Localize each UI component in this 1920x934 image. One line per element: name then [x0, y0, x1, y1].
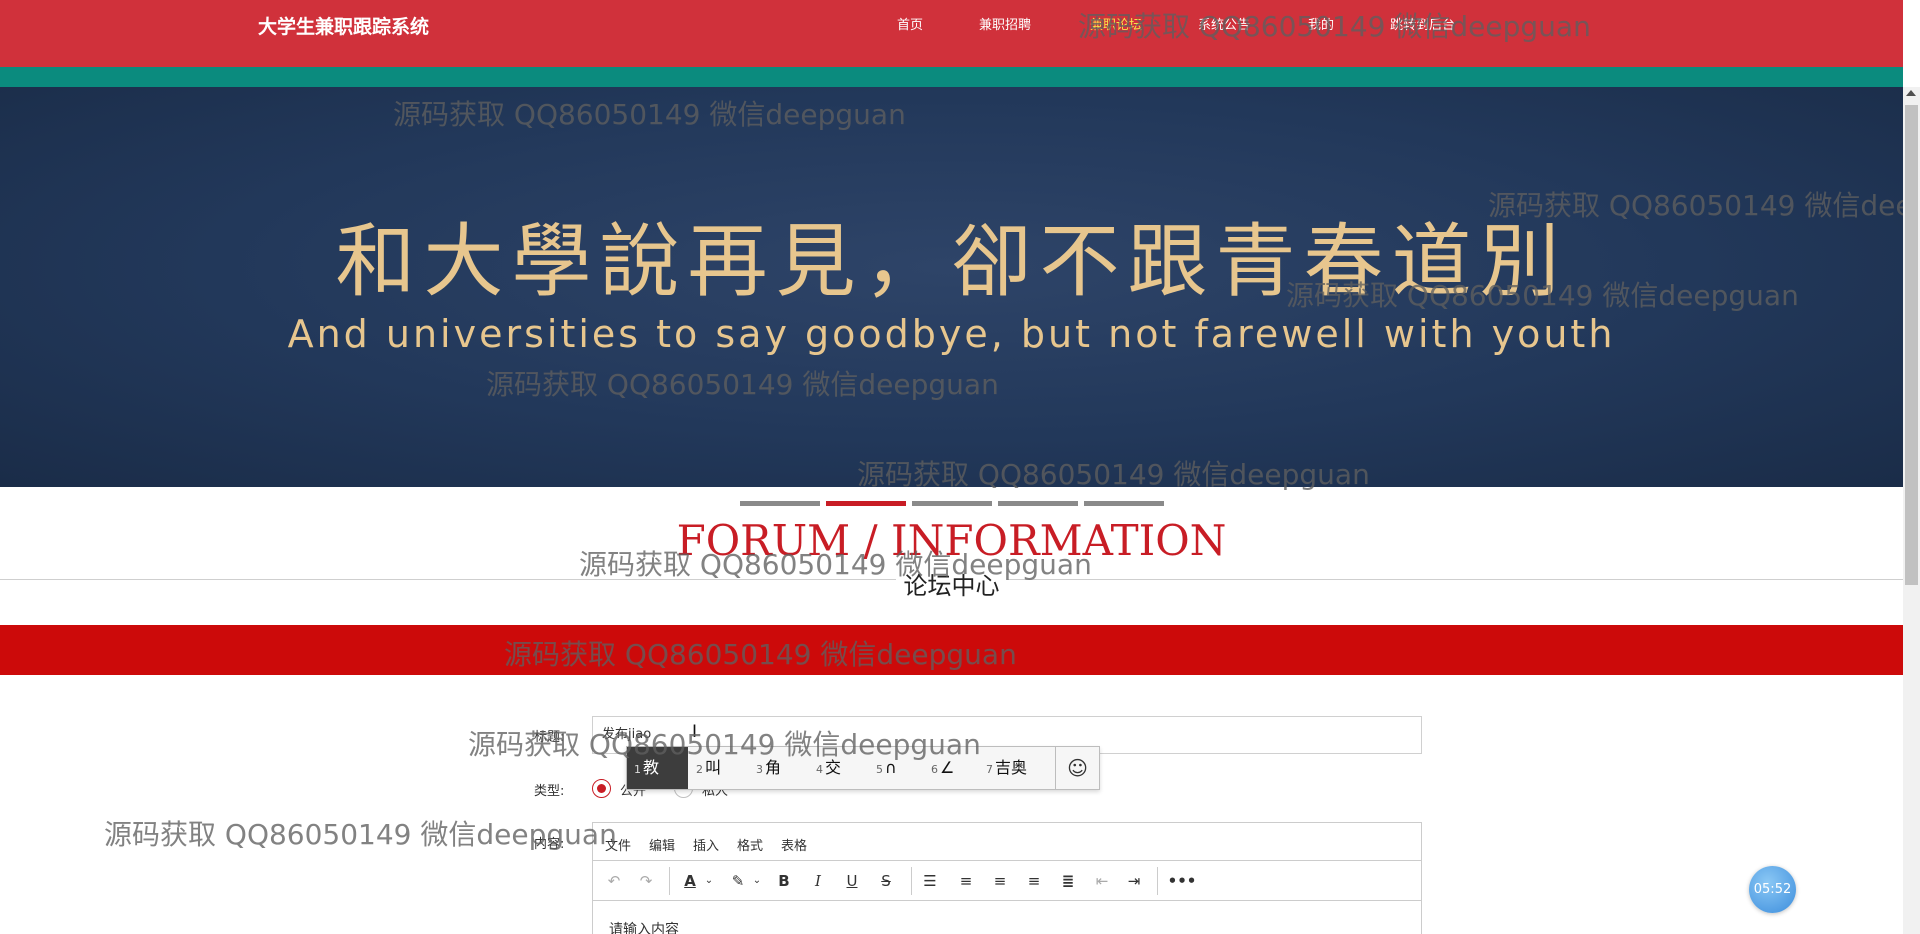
ime-candidate-text: 教	[643, 758, 660, 777]
nav-announcements[interactable]: 系统公告	[1198, 14, 1250, 33]
italic-icon[interactable]: I	[807, 869, 829, 893]
outdent-icon[interactable]: ⇤	[1091, 869, 1113, 893]
ime-candidate-5[interactable]: 5 ∩	[869, 747, 904, 789]
chevron-down-icon[interactable]: ⌄	[703, 869, 715, 893]
emoji-icon[interactable]: ☺	[1055, 747, 1099, 789]
ime-candidate-text: 叫	[705, 758, 722, 777]
carousel-dot[interactable]	[998, 501, 1078, 506]
type-label: 类型:	[534, 784, 565, 799]
page: 大学生兼职跟踪系统 首页 兼职招聘 兼职论坛 系统公告 我的 跳转到后台 和大學…	[0, 0, 1920, 934]
toolbar-separator	[669, 867, 670, 895]
ime-candidate-number: 7	[986, 763, 993, 776]
align-left-icon[interactable]: ≡	[955, 869, 977, 893]
bold-icon[interactable]: B	[773, 869, 795, 893]
redo-icon[interactable]: ↷	[635, 869, 657, 893]
accent-strip	[0, 67, 1903, 87]
indent-icon[interactable]: ⇥	[1123, 869, 1145, 893]
ime-candidate-2[interactable]: 2叫	[689, 747, 728, 789]
toolbar-separator	[911, 867, 912, 895]
editor-content-area[interactable]: 请输入内容	[609, 919, 679, 934]
ime-candidate-text: ∩	[885, 758, 897, 777]
menu-table[interactable]: 表格	[781, 835, 807, 854]
underline-icon[interactable]: U	[841, 869, 863, 893]
ime-candidate-number: 1	[634, 763, 641, 776]
toolbar-separator	[1157, 867, 1158, 895]
top-nav-bar: 大学生兼职跟踪系统 首页 兼职招聘 兼职论坛 系统公告 我的 跳转到后台	[0, 0, 1903, 67]
editor-toolbar: ↶ ↷ A ⌄ ✎ ⌄ B I U S ☰ ≡ ≡ ≡ ≣ ⇤ ⇥ •••	[593, 861, 1421, 901]
red-band	[0, 625, 1903, 675]
ime-candidate-text: 交	[825, 758, 842, 777]
ime-candidate-3[interactable]: 3角	[749, 747, 788, 789]
nav-home[interactable]: 首页	[897, 14, 923, 33]
line-height-icon[interactable]: ☰	[919, 869, 941, 893]
menu-file[interactable]: 文件	[605, 835, 631, 854]
ime-candidate-text: 吉奥	[995, 758, 1028, 777]
carousel-dot-active[interactable]	[826, 501, 906, 506]
ime-candidate-number: 2	[696, 763, 703, 776]
text-cursor-icon: I	[692, 722, 698, 742]
section-title-cn: 论坛中心	[895, 572, 1008, 600]
more-icon[interactable]: •••	[1167, 869, 1197, 893]
menu-format[interactable]: 格式	[737, 835, 763, 854]
nav-forum[interactable]: 兼职论坛	[1090, 14, 1142, 33]
align-center-icon[interactable]: ≡	[989, 869, 1011, 893]
ime-candidate-popup: 1教 2叫 3角 4交 5 ∩ 6 ∠ 7 吉奥 ☺	[626, 746, 1100, 790]
carousel-dot[interactable]	[740, 501, 820, 506]
ime-candidate-1[interactable]: 1教	[627, 747, 688, 789]
align-justify-icon[interactable]: ≣	[1057, 869, 1079, 893]
ime-candidate-6[interactable]: 6 ∠	[924, 747, 961, 789]
strikethrough-icon[interactable]: S	[875, 869, 897, 893]
editor-menubar: 文件 编辑 插入 格式 表格	[593, 823, 1421, 861]
ime-candidate-number: 5	[876, 763, 883, 776]
rich-text-editor: 文件 编辑 插入 格式 表格 ↶ ↷ A ⌄ ✎ ⌄ B I U S ☰ ≡ ≡…	[592, 822, 1422, 934]
undo-icon[interactable]: ↶	[603, 869, 625, 893]
content-label: 内容:	[534, 837, 565, 852]
floating-clock-badge[interactable]: 05:52	[1749, 866, 1796, 913]
ime-candidate-number: 4	[816, 763, 823, 776]
banner-title-en: And universities to say goodbye, but not…	[287, 312, 1616, 356]
ime-candidate-number: 6	[931, 763, 938, 776]
section-title-en: FORUM / INFORMATION	[676, 516, 1227, 565]
main-nav: 首页 兼职招聘 兼职论坛 系统公告 我的 跳转到后台	[0, 14, 1903, 34]
scrollbar-thumb[interactable]	[1905, 105, 1918, 585]
nav-mine[interactable]: 我的	[1308, 14, 1334, 33]
section-title-cn-wrap: 论坛中心	[0, 566, 1903, 601]
banner-title-cn: 和大學說再見，卻不跟青春道別	[335, 215, 1568, 308]
ime-candidate-number: 3	[756, 763, 763, 776]
carousel-dot[interactable]	[912, 501, 992, 506]
chevron-down-icon[interactable]: ⌄	[751, 869, 763, 893]
title-label: 标题:	[534, 730, 565, 745]
carousel-dot[interactable]	[1084, 501, 1164, 506]
font-color-icon[interactable]: A	[679, 869, 701, 893]
nav-jobs[interactable]: 兼职招聘	[979, 14, 1031, 33]
scroll-up-arrow-icon[interactable]	[1906, 90, 1916, 96]
menu-insert[interactable]: 插入	[693, 835, 719, 854]
type-radio-public[interactable]	[592, 779, 611, 798]
ime-candidate-7[interactable]: 7 吉奥	[979, 747, 1034, 789]
ime-candidate-text: ∠	[940, 758, 955, 777]
highlight-icon[interactable]: ✎	[727, 869, 749, 893]
ime-candidate-4[interactable]: 4交	[809, 747, 848, 789]
nav-admin[interactable]: 跳转到后台	[1390, 14, 1455, 33]
align-right-icon[interactable]: ≡	[1023, 869, 1045, 893]
ime-candidate-text: 角	[765, 758, 782, 777]
menu-edit[interactable]: 编辑	[649, 835, 675, 854]
hero-banner: 和大學說再見，卻不跟青春道別 And universities to say g…	[0, 87, 1903, 487]
